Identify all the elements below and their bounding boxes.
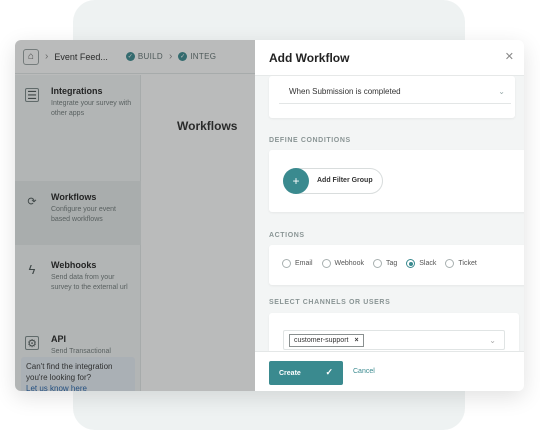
action-radio-group: Email Webhook Tag Slack Ticket bbox=[282, 259, 486, 268]
modal-overlay[interactable] bbox=[15, 40, 255, 391]
trigger-value: When Submission is completed bbox=[289, 87, 401, 96]
radio-circle bbox=[372, 259, 382, 268]
channels-label: SELECT CHANNELS OR USERS bbox=[269, 299, 391, 306]
drawer-header: Add Workflow ✕ bbox=[255, 40, 524, 76]
radio-label: Ticket bbox=[458, 260, 477, 267]
app-window: ⌂ › Event Feed... ✓ BUILD › ✓ INTEG ☰ In… bbox=[15, 40, 524, 391]
chevron-down-icon: ⌄ bbox=[489, 336, 496, 345]
chip-label: customer-support bbox=[294, 337, 349, 344]
add-filter-label: Add Filter Group bbox=[317, 177, 373, 184]
trigger-select[interactable]: When Submission is completed ⌄ bbox=[279, 80, 511, 104]
conditions-label: DEFINE CONDITIONS bbox=[269, 137, 351, 144]
radio-email[interactable]: Email bbox=[282, 259, 313, 268]
check-icon: ✓ bbox=[325, 367, 333, 377]
create-label: Create bbox=[279, 369, 301, 377]
radio-circle bbox=[282, 259, 291, 268]
radio-circle bbox=[445, 259, 455, 268]
close-icon[interactable]: ✕ bbox=[505, 50, 514, 63]
trigger-card: When Submission is completed ⌄ bbox=[269, 76, 515, 118]
radio-circle bbox=[321, 259, 331, 268]
radio-webhook[interactable]: Webhook bbox=[321, 259, 364, 268]
radio-label: Email bbox=[295, 260, 313, 267]
radio-tag[interactable]: Tag bbox=[372, 259, 398, 268]
actions-label: ACTIONS bbox=[269, 232, 305, 239]
channels-select[interactable]: customer-support × ⌄ bbox=[283, 330, 505, 350]
radio-label: Webhook bbox=[334, 260, 364, 267]
radio-slack[interactable]: Slack bbox=[406, 259, 436, 268]
drawer-footer: Create ✓ Cancel bbox=[255, 351, 524, 391]
chevron-down-icon: ⌄ bbox=[498, 87, 505, 96]
drawer-title: Add Workflow bbox=[269, 51, 350, 65]
add-filter-group-button[interactable]: + Add Filter Group bbox=[283, 168, 383, 194]
cancel-button[interactable]: Cancel bbox=[353, 368, 375, 375]
selected-channel-chip: customer-support × bbox=[289, 334, 364, 347]
remove-chip-icon[interactable]: × bbox=[354, 335, 358, 346]
radio-circle-checked bbox=[406, 259, 416, 268]
add-workflow-drawer: Add Workflow ✕ When Submission is comple… bbox=[255, 40, 524, 391]
plus-icon: + bbox=[283, 168, 309, 194]
radio-ticket[interactable]: Ticket bbox=[445, 259, 477, 268]
create-button[interactable]: Create ✓ bbox=[269, 361, 343, 385]
radio-label: Tag bbox=[385, 260, 398, 267]
radio-label: Slack bbox=[419, 260, 437, 267]
